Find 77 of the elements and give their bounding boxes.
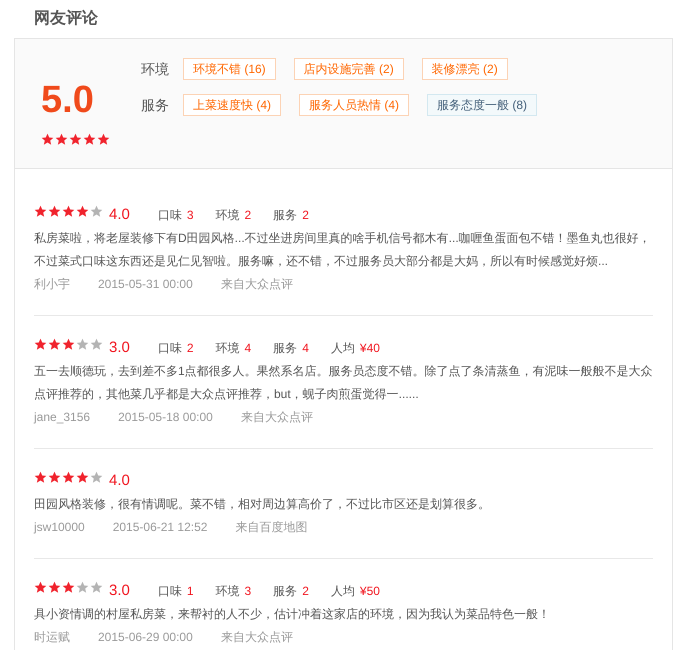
metric-value: 2: [244, 207, 252, 224]
review-text: 具小资情调的村屋私房菜，来帮衬的人不少，估计冲着这家店的环境，因为我认为菜品特色一般！: [34, 606, 551, 623]
review-tag[interactable]: 服务态度一般 (8): [427, 94, 537, 116]
review-score: 4.0: [109, 470, 130, 491]
star-icon: [62, 471, 75, 484]
star-icon: [62, 205, 75, 218]
review-tag[interactable]: 上菜速度快 (4): [183, 94, 281, 116]
metric-label: 口味: [158, 340, 182, 357]
star-icon: [34, 205, 47, 218]
metric-value: 2: [302, 583, 309, 600]
review-tag[interactable]: 服务人员热情 (4): [299, 94, 409, 116]
review-tag[interactable]: 店内设施完善 (2): [294, 58, 404, 80]
username: 时运赋: [34, 629, 70, 646]
star-icon: [48, 338, 61, 350]
review-time: 2015-05-18 00:00: [118, 409, 213, 426]
review-text: 田园风格装修，很有情调呢。菜不错，相对周边算高价了，不过比市区还是划算很多。: [34, 496, 491, 513]
metric-label: 环境: [216, 340, 240, 357]
metric-label: 服务: [273, 207, 298, 224]
star-icon: [76, 581, 89, 594]
star-icon: [90, 338, 103, 350]
metric-label: 口味: [158, 207, 182, 224]
review-time: 2015-06-29 00:00: [98, 629, 193, 646]
metric-value: ¥40: [360, 340, 380, 357]
review-time: 2015-06-21 12:52: [112, 519, 208, 536]
category-label: 环境: [141, 60, 170, 78]
review-tag[interactable]: 装修漂亮 (2): [422, 58, 508, 80]
metric-value: 3: [244, 583, 252, 600]
metric-value: 2: [302, 207, 309, 224]
review-source: 来自百度地图: [235, 519, 308, 536]
star-icon: [48, 205, 61, 218]
category-label: 服务: [141, 96, 170, 114]
star-icon: [90, 581, 103, 594]
review-score: 4.0: [109, 204, 130, 225]
metric-value: 2: [186, 340, 194, 357]
review-score: 3.0: [109, 338, 130, 358]
star-icon: [62, 581, 75, 594]
star-icon: [48, 581, 61, 594]
review-text: 五一去顺德玩，去到差不多1点都很多人。果然系名店。服务员态度不错。除了点了条清蒸鱼，有泥味一般般不是大众点评推荐的，其他菜几乎都是大众点评推荐，but，蚬子肉煎蛋觉得一......: [34, 363, 653, 403]
review-source: 来自大众点评: [240, 409, 313, 426]
star-icon: [34, 581, 47, 594]
metric-value: 1: [186, 583, 194, 600]
star-icon: [62, 338, 75, 350]
star-icon: [76, 338, 89, 350]
review-source: 来自大众点评: [220, 276, 293, 293]
metric-value: 3: [186, 207, 194, 224]
star-icon: [55, 133, 68, 146]
metric-value: 4: [302, 340, 309, 357]
star-icon: [90, 471, 103, 484]
star-icon: [48, 471, 61, 484]
metric-value: ¥50: [360, 583, 380, 600]
star-icon: [34, 338, 47, 350]
review-time: 2015-05-31 00:00: [98, 276, 193, 293]
metric-label: 人均: [330, 583, 355, 600]
metric-label: 环境: [216, 207, 240, 224]
star-icon: [76, 205, 89, 218]
star-icon: [41, 133, 54, 146]
review-tag[interactable]: 环境不错 (16): [183, 58, 276, 80]
metric-label: 服务: [273, 583, 298, 600]
metric-label: 服务: [273, 340, 298, 357]
username: 利小宇: [34, 276, 70, 293]
star-icon: [90, 205, 103, 218]
star-icon: [83, 133, 96, 146]
metric-label: 口味: [158, 583, 182, 600]
star-icon: [97, 133, 110, 146]
review-source: 来自大众点评: [220, 629, 293, 646]
score: 5.0: [41, 78, 95, 123]
review-score: 3.0: [109, 580, 130, 601]
metric-label: 人均: [330, 340, 355, 357]
review-text: 私房菜啦，将老屋装修下有D田园风格...不过坐进房间里真的啥手机信号都木有...咖喱鱼蛋面包不错！墨鱼丸也很好，不过菜式口味这东西还是见仁见智啦。服务嘛，还不错，不过服务员大部分都是大妈，所以有时候感觉好烦...: [34, 230, 652, 270]
metric-label: 环境: [216, 583, 240, 600]
username: jane_3156: [34, 409, 90, 426]
star-icon: [69, 133, 82, 146]
username: jsw10000: [34, 519, 85, 536]
star-icon: [76, 471, 89, 484]
metric-value: 4: [244, 340, 252, 357]
star-icon: [34, 471, 47, 484]
page-title: 网友评论: [34, 8, 99, 29]
